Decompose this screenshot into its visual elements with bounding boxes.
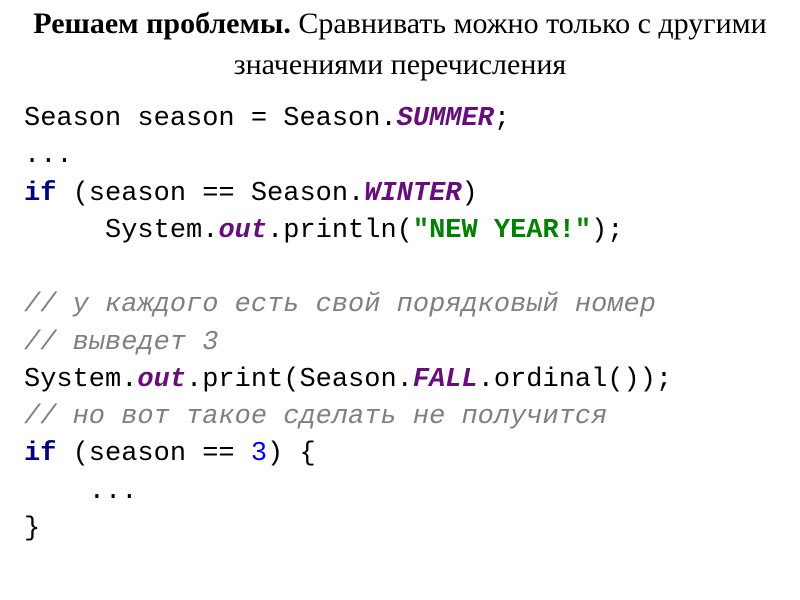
code-text: .print(Season. [186, 365, 413, 395]
slide-heading: Решаем проблемы. Сравнивать можно только… [0, 0, 800, 95]
keyword-if: if [24, 439, 56, 469]
code-text: System. [24, 216, 218, 246]
enum-winter: WINTER [364, 179, 461, 209]
code-text: ; [494, 104, 510, 134]
comment-line: // но вот такое сделать не получится [24, 402, 607, 432]
heading-bold: Решаем проблемы. [33, 7, 291, 40]
code-text: } [24, 514, 40, 544]
code-text: (season == [56, 439, 250, 469]
comment-line: // выведет 3 [24, 328, 218, 358]
keyword-if: if [24, 179, 56, 209]
code-text: ) [461, 179, 477, 209]
blank-line [24, 253, 40, 283]
string-literal: "NEW YEAR!" [413, 216, 591, 246]
code-text: Season season = Season. [24, 104, 397, 134]
comment-line: // у каждого есть свой порядковый номер [24, 290, 656, 320]
code-text: ); [591, 216, 623, 246]
code-block: Season season = Season.SUMMER; ... if (s… [0, 95, 800, 554]
field-out: out [218, 216, 267, 246]
number-literal: 3 [251, 439, 267, 469]
enum-summer: SUMMER [397, 104, 494, 134]
enum-fall: FALL [413, 365, 478, 395]
heading-rest: Сравнивать можно только с другими значен… [234, 7, 767, 81]
field-out: out [137, 365, 186, 395]
code-text: .ordinal()); [478, 365, 672, 395]
code-text: (season == Season. [56, 179, 364, 209]
code-text: ) { [267, 439, 316, 469]
code-text: ... [24, 477, 137, 507]
code-text: System. [24, 365, 137, 395]
code-text: ... [24, 141, 73, 171]
code-text: .println( [267, 216, 413, 246]
